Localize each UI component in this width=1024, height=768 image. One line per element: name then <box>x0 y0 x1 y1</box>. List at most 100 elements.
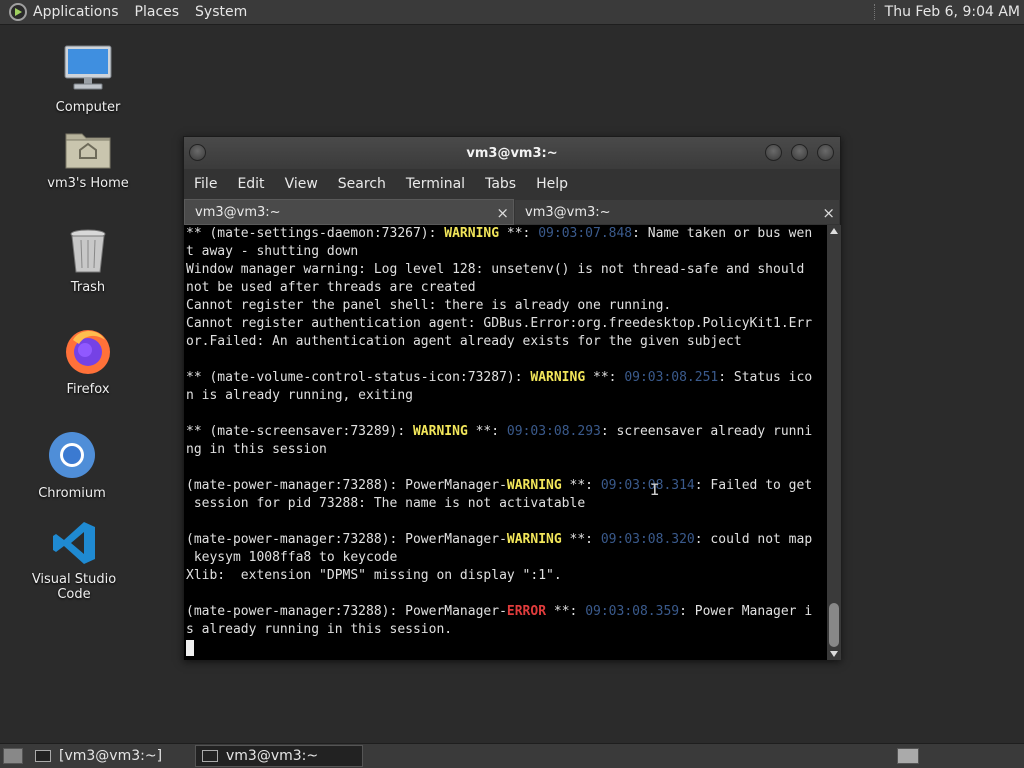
line-text: ng in this session <box>186 442 327 457</box>
desktop-icon-trash[interactable]: Trash <box>33 228 143 295</box>
timestamp: 09:03:08.314 <box>600 478 695 493</box>
terminal-line: ng in this session <box>186 441 827 459</box>
terminal-line: ** (mate-settings-daemon:73267): WARNING… <box>186 225 827 243</box>
line-text: not be used after threads are created <box>186 280 476 295</box>
applications-menu[interactable]: Applications <box>33 4 119 20</box>
menu-view[interactable]: View <box>285 176 318 192</box>
menu-help[interactable]: Help <box>536 176 568 192</box>
top-panel: Applications Places System Thu Feb 6, 9:… <box>0 0 1024 25</box>
line-text: : Name taken or bus wen <box>632 226 813 241</box>
taskbar-item-2[interactable]: vm3@vm3:~ <box>195 745 363 767</box>
terminal-line: (mate-power-manager:73288): PowerManager… <box>186 603 827 621</box>
scrollbar-thumb[interactable] <box>829 603 839 647</box>
desktop-icon-label: Firefox <box>66 382 110 397</box>
terminal-line: not be used after threads are created <box>186 279 827 297</box>
taskbar-item-label: vm3@vm3:~ <box>226 748 319 764</box>
tab-close-icon[interactable]: × <box>496 200 509 226</box>
firefox-icon <box>66 330 110 374</box>
menu-terminal[interactable]: Terminal <box>406 176 465 192</box>
desktop-icon-label: Trash <box>70 280 106 295</box>
desktop-icon-chromium[interactable]: Chromium <box>17 430 127 501</box>
error-label: ERROR <box>506 604 547 619</box>
line-text: (mate-power-manager:73288): PowerManager… <box>186 604 507 619</box>
terminal-line: session for pid 73288: The name is not a… <box>186 495 827 513</box>
line-text: Window manager warning: Log level 128: u… <box>186 262 805 277</box>
places-menu[interactable]: Places <box>135 4 180 20</box>
bottom-panel: [vm3@vm3:~] vm3@vm3:~ <box>0 743 1024 768</box>
menu-file[interactable]: File <box>194 176 217 192</box>
scroll-down-icon[interactable] <box>830 651 838 657</box>
terminal-output[interactable]: ** (mate-settings-daemon:73267): WARNING… <box>184 225 827 660</box>
line-text: (mate-power-manager:73288): PowerManager… <box>186 532 507 547</box>
maximize-button[interactable] <box>791 144 808 161</box>
timestamp: 09:03:08.359 <box>585 604 680 619</box>
terminal-window[interactable]: vm3@vm3:~ File Edit View Search Terminal… <box>183 136 841 660</box>
line-text: : could not map <box>694 532 813 547</box>
line-text: Xlib: extension "DPMS" missing on displa… <box>186 568 562 583</box>
line-text: **: <box>467 424 507 439</box>
line-text: **: <box>546 604 586 619</box>
terminal-line: (mate-power-manager:73288): PowerManager… <box>186 477 827 495</box>
desktop-icon-computer[interactable]: Computer <box>33 44 143 115</box>
desktop-icon-home[interactable]: vm3's Home <box>33 128 143 191</box>
line-text: n is already running, exiting <box>186 388 413 403</box>
line-text: ** (mate-screensaver:73289): <box>186 424 413 439</box>
terminal-line: Xlib: extension "DPMS" missing on displa… <box>186 567 827 585</box>
workspace-switcher[interactable] <box>897 748 919 764</box>
taskbar-item-1[interactable]: [vm3@vm3:~] <box>29 745 189 767</box>
tab-close-icon[interactable]: × <box>822 200 835 226</box>
line-text: : screensaver already runni <box>600 424 813 439</box>
line-text: **: <box>561 532 601 547</box>
terminal-line: Window manager warning: Log level 128: u… <box>186 261 827 279</box>
vscode-icon <box>53 522 95 564</box>
computer-icon <box>64 45 112 90</box>
mate-menu-icon[interactable] <box>9 3 27 21</box>
scroll-up-icon[interactable] <box>830 228 838 234</box>
line-text: or.Failed: An authentication agent alrea… <box>186 334 742 349</box>
terminal-line: ** (mate-volume-control-status-icon:7328… <box>186 369 827 387</box>
terminal-line: (mate-power-manager:73288): PowerManager… <box>186 531 827 549</box>
home-folder-icon <box>65 133 111 169</box>
terminal-line: t away - shutting down <box>186 243 827 261</box>
warning-label: WARNING <box>506 478 562 493</box>
system-menu[interactable]: System <box>195 4 247 20</box>
minimize-button[interactable] <box>765 144 782 161</box>
terminal-menubar: File Edit View Search Terminal Tabs Help <box>184 169 840 199</box>
desktop-icon-firefox[interactable]: Firefox <box>33 326 143 397</box>
line-text: : Power Manager i <box>679 604 813 619</box>
tab-2[interactable]: vm3@vm3:~ × <box>514 199 840 225</box>
desktop-icon-label: Chromium <box>38 486 106 501</box>
terminal-line: Cannot register authentication agent: GD… <box>186 315 827 333</box>
desktop-icon-vscode[interactable]: Visual Studio Code <box>19 520 129 602</box>
show-desktop-button[interactable] <box>3 748 23 764</box>
line-text: s already running in this session. <box>186 622 453 637</box>
taskbar-item-label: [vm3@vm3:~] <box>59 748 163 764</box>
desktop-icon-label: vm3's Home <box>47 176 129 191</box>
line-text: Cannot register authentication agent: GD… <box>186 316 813 331</box>
terminal-cursor <box>186 639 194 656</box>
terminal-line: or.Failed: An authentication agent alrea… <box>186 333 827 351</box>
window-titlebar[interactable]: vm3@vm3:~ <box>184 137 840 169</box>
desktop-icon-label: Visual Studio Code <box>31 572 117 602</box>
warning-label: WARNING <box>444 226 500 241</box>
tab-1[interactable]: vm3@vm3:~ × <box>184 199 514 225</box>
menu-tabs[interactable]: Tabs <box>485 176 516 192</box>
terminal-line: ** (mate-screensaver:73289): WARNING **:… <box>186 423 827 441</box>
line-text: t away - shutting down <box>186 244 359 259</box>
close-window-button[interactable] <box>817 144 834 161</box>
terminal-icon <box>35 750 51 762</box>
line-text: ** (mate-settings-daemon:73267): <box>186 226 445 241</box>
tab-bar: vm3@vm3:~ × vm3@vm3:~ × <box>184 199 840 225</box>
terminal-scrollbar[interactable] <box>827 225 841 660</box>
clock[interactable]: Thu Feb 6, 9:04 AM <box>885 4 1020 20</box>
window-menu-button[interactable] <box>189 144 206 161</box>
menu-search[interactable]: Search <box>338 176 386 192</box>
line-text: : Failed to get <box>694 478 813 493</box>
menu-edit[interactable]: Edit <box>237 176 264 192</box>
terminal-line: n is already running, exiting <box>186 387 827 405</box>
warning-label: WARNING <box>412 424 468 439</box>
